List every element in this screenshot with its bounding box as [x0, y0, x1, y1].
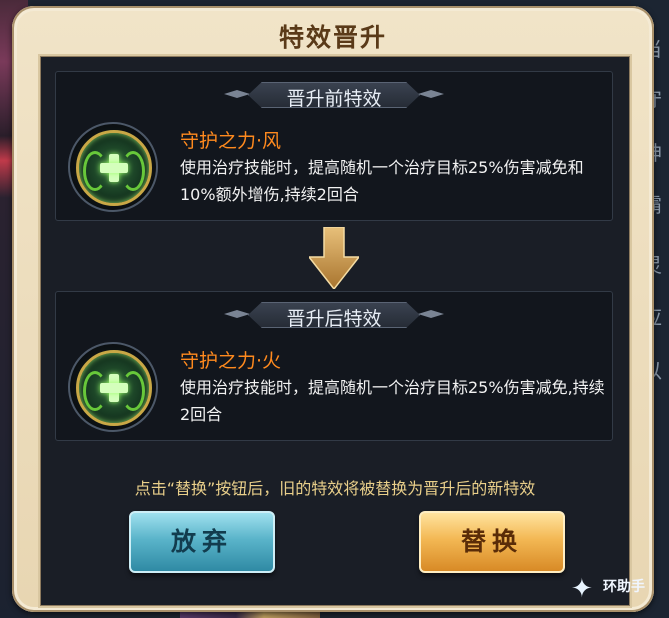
star-logo-icon: ✦ [571, 574, 593, 604]
after-effect-description: 使用治疗技能时，提高随机一个治疗目标25%伤害减免,持续2回合 [180, 378, 605, 424]
cross-icon [100, 154, 128, 182]
replace-notice: 点击“替换”按钮后，旧的特效将被替换为晋升后的新特效 [134, 479, 536, 498]
after-effect-name: 守护之力·火 [180, 350, 282, 372]
before-effect-banner-label: 晋升前特效 [286, 88, 382, 110]
guardian-heal-icon [68, 342, 158, 432]
before-effect-banner: 晋升前特效 [224, 76, 444, 110]
abandon-button[interactable]: 放弃 [129, 511, 275, 573]
dialog-content: 晋升前特效 守护之力·风 使用治疗技能时，提高随机一个治疗目标25%伤害减免和1… [40, 56, 630, 606]
dialog-title: 特效晋升 [278, 23, 387, 52]
down-arrow-icon [309, 227, 359, 289]
cross-icon [100, 374, 128, 402]
promotion-dialog: 特效晋升 晋升前特效 守护之力·风 使用治疗技能时，提高随机一个治疗目标25%伤… [12, 6, 654, 612]
before-effect-card: 晋升前特效 守护之力·风 使用治疗技能时，提高随机一个治疗目标25%伤害减免和1… [55, 71, 613, 221]
before-effect-description: 使用治疗技能时，提高随机一个治疗目标25%伤害减免和10%额外增伤,持续2回合 [180, 158, 584, 204]
after-effect-card: 晋升后特效 守护之力·火 使用治疗技能时，提高随机一个治疗目标25%伤害减免,持… [55, 291, 613, 441]
replace-button[interactable]: 替换 [419, 511, 565, 573]
guardian-heal-icon [68, 122, 158, 212]
watermark-text: 环助手 [603, 579, 645, 595]
after-effect-banner-label: 晋升后特效 [286, 308, 382, 330]
after-effect-banner: 晋升后特效 [224, 296, 444, 330]
watermark: ✦ 环助手 [569, 572, 661, 612]
before-effect-name: 守护之力·风 [180, 130, 282, 152]
